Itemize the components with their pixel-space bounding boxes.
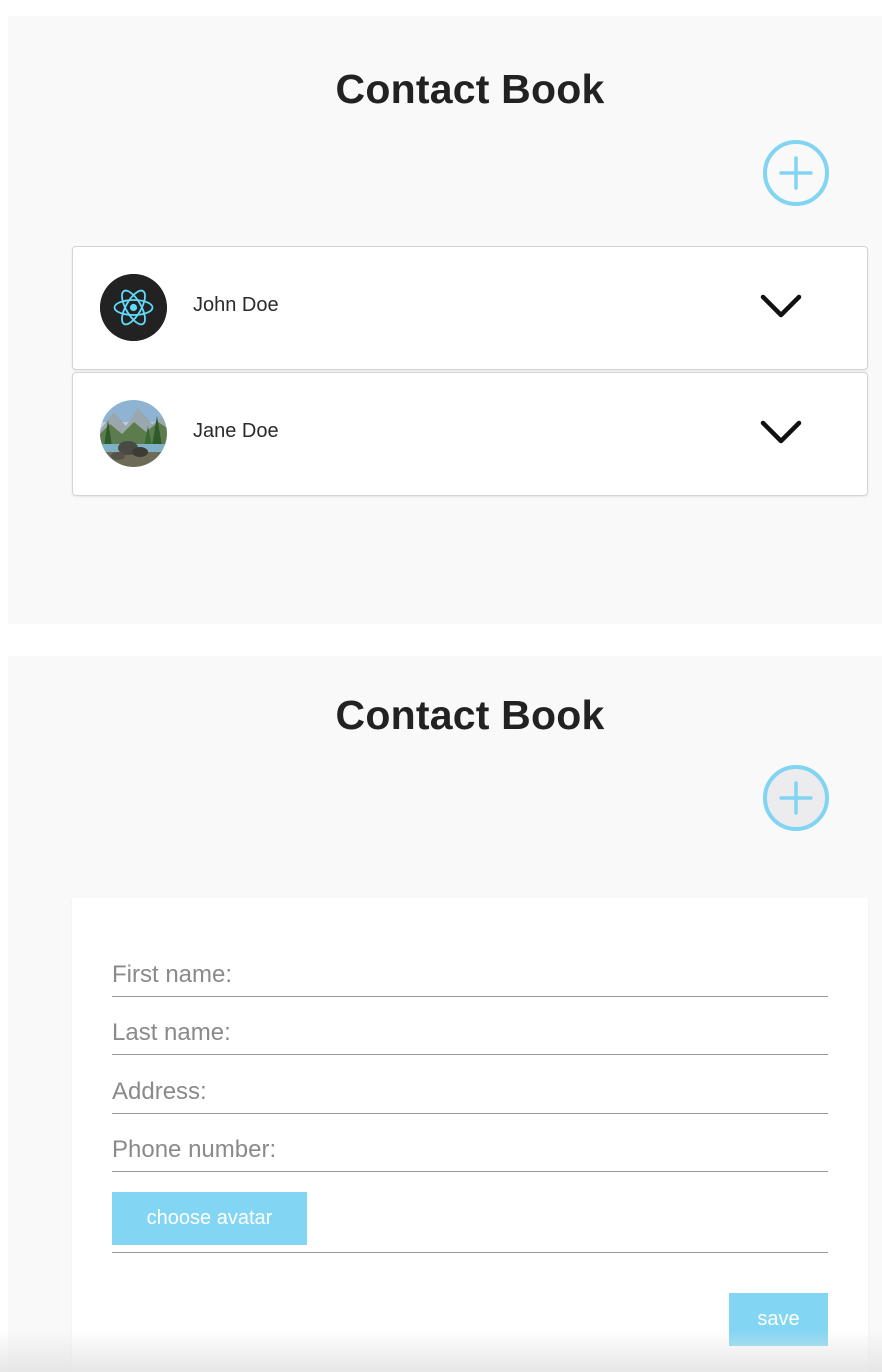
- avatar: [100, 274, 167, 341]
- chevron-down-icon[interactable]: [759, 417, 803, 447]
- plus-icon: [779, 781, 813, 815]
- last-name-field: [112, 1014, 828, 1055]
- phone-field: [112, 1131, 828, 1172]
- page-title: Contact Book: [335, 692, 605, 738]
- chevron-down-icon[interactable]: [759, 291, 803, 321]
- avatar-upload-row: choose avatar: [112, 1192, 828, 1253]
- contact-name: John Doe: [193, 294, 279, 316]
- contact-card[interactable]: John Doe: [72, 246, 868, 370]
- add-contact-button[interactable]: [763, 140, 829, 206]
- plus-icon: [779, 156, 813, 190]
- save-button[interactable]: save: [729, 1293, 828, 1346]
- avatar: [100, 400, 167, 467]
- react-logo-icon: [100, 274, 167, 341]
- phone-input[interactable]: [112, 1131, 828, 1169]
- add-contact-button[interactable]: [763, 765, 829, 831]
- first-name-field: [112, 956, 828, 997]
- first-name-input[interactable]: [112, 956, 828, 994]
- landscape-photo-icon: [100, 400, 167, 467]
- last-name-input[interactable]: [112, 1014, 828, 1052]
- address-field: [112, 1073, 828, 1114]
- choose-avatar-button[interactable]: choose avatar: [112, 1192, 307, 1245]
- address-input[interactable]: [112, 1073, 828, 1111]
- contact-form: choose avatar save: [72, 898, 868, 1372]
- contact-name: Jane Doe: [193, 420, 279, 442]
- page-title: Contact Book: [335, 66, 605, 112]
- contact-card[interactable]: Jane Doe: [72, 372, 868, 496]
- add-contact-screen: Contact Book choose avatar save: [8, 656, 882, 1372]
- contact-list-screen: Contact Book John Doe Jane Doe: [8, 16, 882, 624]
